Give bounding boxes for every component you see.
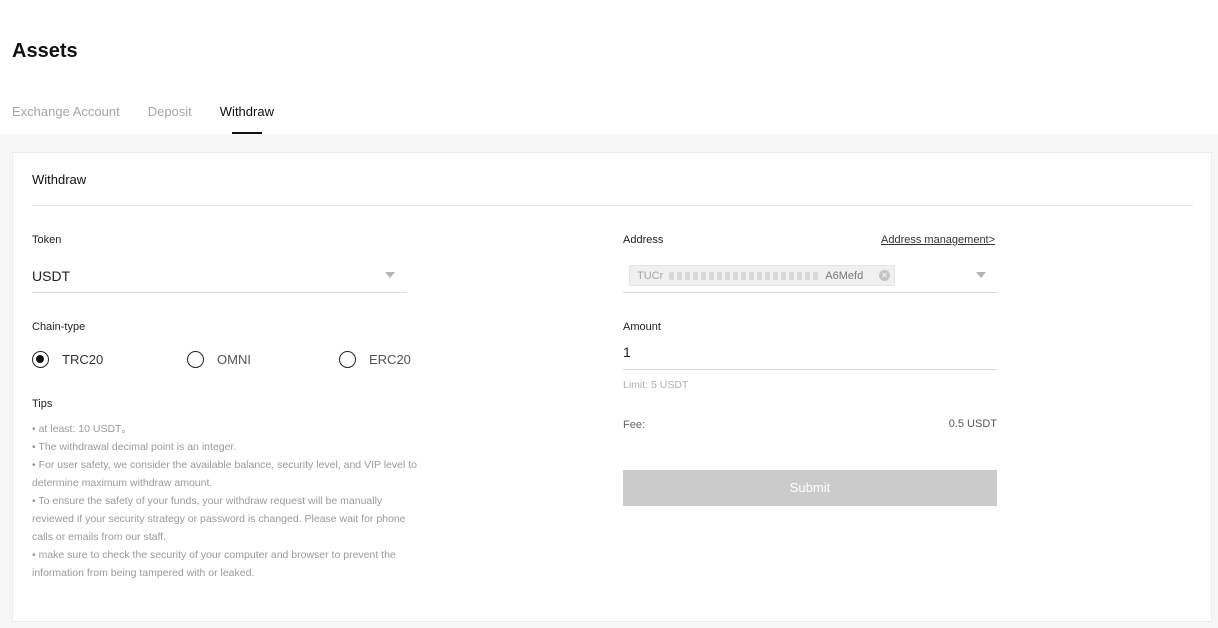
radio-omni[interactable]: OMNI bbox=[187, 351, 251, 368]
radio-label: OMNI bbox=[217, 352, 251, 367]
token-select[interactable]: USDT bbox=[32, 256, 407, 293]
fee-value: 0.5 USDT bbox=[948, 418, 997, 430]
token-label: Token bbox=[32, 234, 62, 246]
tips-list: • at least: 10 USDT。 • The withdrawal de… bbox=[32, 420, 422, 582]
radio-label: ERC20 bbox=[369, 352, 411, 367]
address-select[interactable]: TUCr A6Mefd ✕ bbox=[623, 256, 997, 293]
radio-checked-icon[interactable] bbox=[32, 351, 49, 368]
tip-item: • To ensure the safety of your funds, yo… bbox=[32, 495, 406, 543]
amount-value: 1 bbox=[623, 344, 631, 360]
tab-deposit[interactable]: Deposit bbox=[148, 104, 192, 134]
radio-label: TRC20 bbox=[62, 352, 104, 367]
tab-bar: Exchange Account Deposit Withdraw bbox=[12, 104, 302, 134]
address-tag: TUCr A6Mefd ✕ bbox=[629, 265, 895, 286]
tip-item: • The withdrawal decimal point is an int… bbox=[32, 441, 237, 453]
tips-label: Tips bbox=[32, 398, 53, 410]
card-title: Withdraw bbox=[32, 172, 87, 187]
withdraw-card: Withdraw Token USDT Chain-type TRC20 OMN… bbox=[12, 152, 1212, 622]
radio-erc20[interactable]: ERC20 bbox=[339, 351, 411, 368]
tip-item: • make sure to check the security of you… bbox=[32, 549, 396, 579]
header: Assets Exchange Account Deposit Withdraw bbox=[0, 0, 1218, 134]
amount-limit: Limit: 5 USDT bbox=[623, 379, 689, 391]
radio-unchecked-icon[interactable] bbox=[187, 351, 204, 368]
page-title: Assets bbox=[12, 40, 78, 62]
token-value: USDT bbox=[32, 268, 71, 284]
address-label: Address bbox=[623, 234, 664, 246]
address-management-link[interactable]: Address management> bbox=[881, 234, 995, 246]
amount-label: Amount bbox=[623, 321, 661, 333]
tip-item: • at least: 10 USDT。 bbox=[32, 423, 132, 435]
chevron-down-icon bbox=[385, 272, 395, 278]
chevron-down-icon bbox=[976, 272, 986, 278]
address-suffix: A6Mefd bbox=[825, 269, 864, 282]
submit-button[interactable]: Submit bbox=[623, 470, 997, 506]
chain-type-label: Chain-type bbox=[32, 321, 86, 333]
address-redacted bbox=[669, 271, 820, 280]
tip-item: • For user safety, we consider the avail… bbox=[32, 459, 417, 489]
close-icon[interactable]: ✕ bbox=[879, 270, 890, 281]
divider bbox=[32, 205, 1193, 206]
radio-trc20[interactable]: TRC20 bbox=[32, 351, 103, 368]
tab-exchange-account[interactable]: Exchange Account bbox=[12, 104, 120, 134]
radio-unchecked-icon[interactable] bbox=[339, 351, 356, 368]
address-prefix: TUCr bbox=[637, 269, 664, 282]
fee-label: Fee: bbox=[623, 419, 646, 431]
amount-input[interactable]: 1 bbox=[623, 343, 997, 370]
tab-withdraw[interactable]: Withdraw bbox=[220, 104, 274, 134]
